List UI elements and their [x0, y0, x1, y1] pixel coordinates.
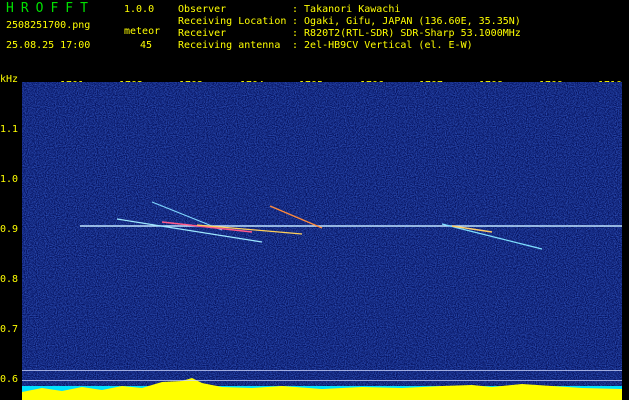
meteor-label: meteor: [124, 26, 161, 37]
spectrogram-plot: [22, 82, 622, 400]
location-label: Receiving Location: [178, 16, 287, 27]
observer-label: Observer: [178, 4, 227, 15]
threshold-line: [22, 380, 622, 381]
y-tick-1-1: 1.1: [0, 124, 19, 135]
app-version: 1.0.0: [124, 4, 155, 15]
app-title: HROFFT: [6, 1, 95, 16]
noise-texture: [22, 82, 622, 400]
y-tick-0-9: 0.9: [0, 224, 19, 235]
y-tick-0-6: 0.6: [0, 374, 19, 385]
file-name: 2508251700.png: [6, 20, 91, 31]
y-tick-0-8: 0.8: [0, 274, 19, 285]
receiver-value: : R820T2(RTL-SDR) SDR-Sharp 53.1000MHz: [292, 28, 521, 39]
antenna-label: Receiving antenna: [178, 40, 281, 51]
spectrogram-canvas: [22, 82, 622, 400]
threshold-line: [22, 370, 622, 371]
header-panel: HROFFT 1.0.0 2508251700.png meteor 25.08…: [0, 0, 629, 76]
observer-value: : Takanori Kawachi: [292, 4, 401, 15]
meteor-count: 45: [140, 40, 153, 51]
receiver-label: Receiver: [178, 28, 227, 39]
antenna-value: : 2el-HB9CV Vertical (el. E-W): [292, 40, 473, 51]
y-tick-0-7: 0.7: [0, 324, 19, 335]
y-unit-label: kHz: [0, 74, 19, 85]
timestamp: 25.08.25 17:00: [6, 40, 91, 51]
y-tick-1-0: 1.0: [0, 174, 19, 185]
location-value: : Ogaki, Gifu, JAPAN (136.60E, 35.35N): [292, 16, 521, 27]
